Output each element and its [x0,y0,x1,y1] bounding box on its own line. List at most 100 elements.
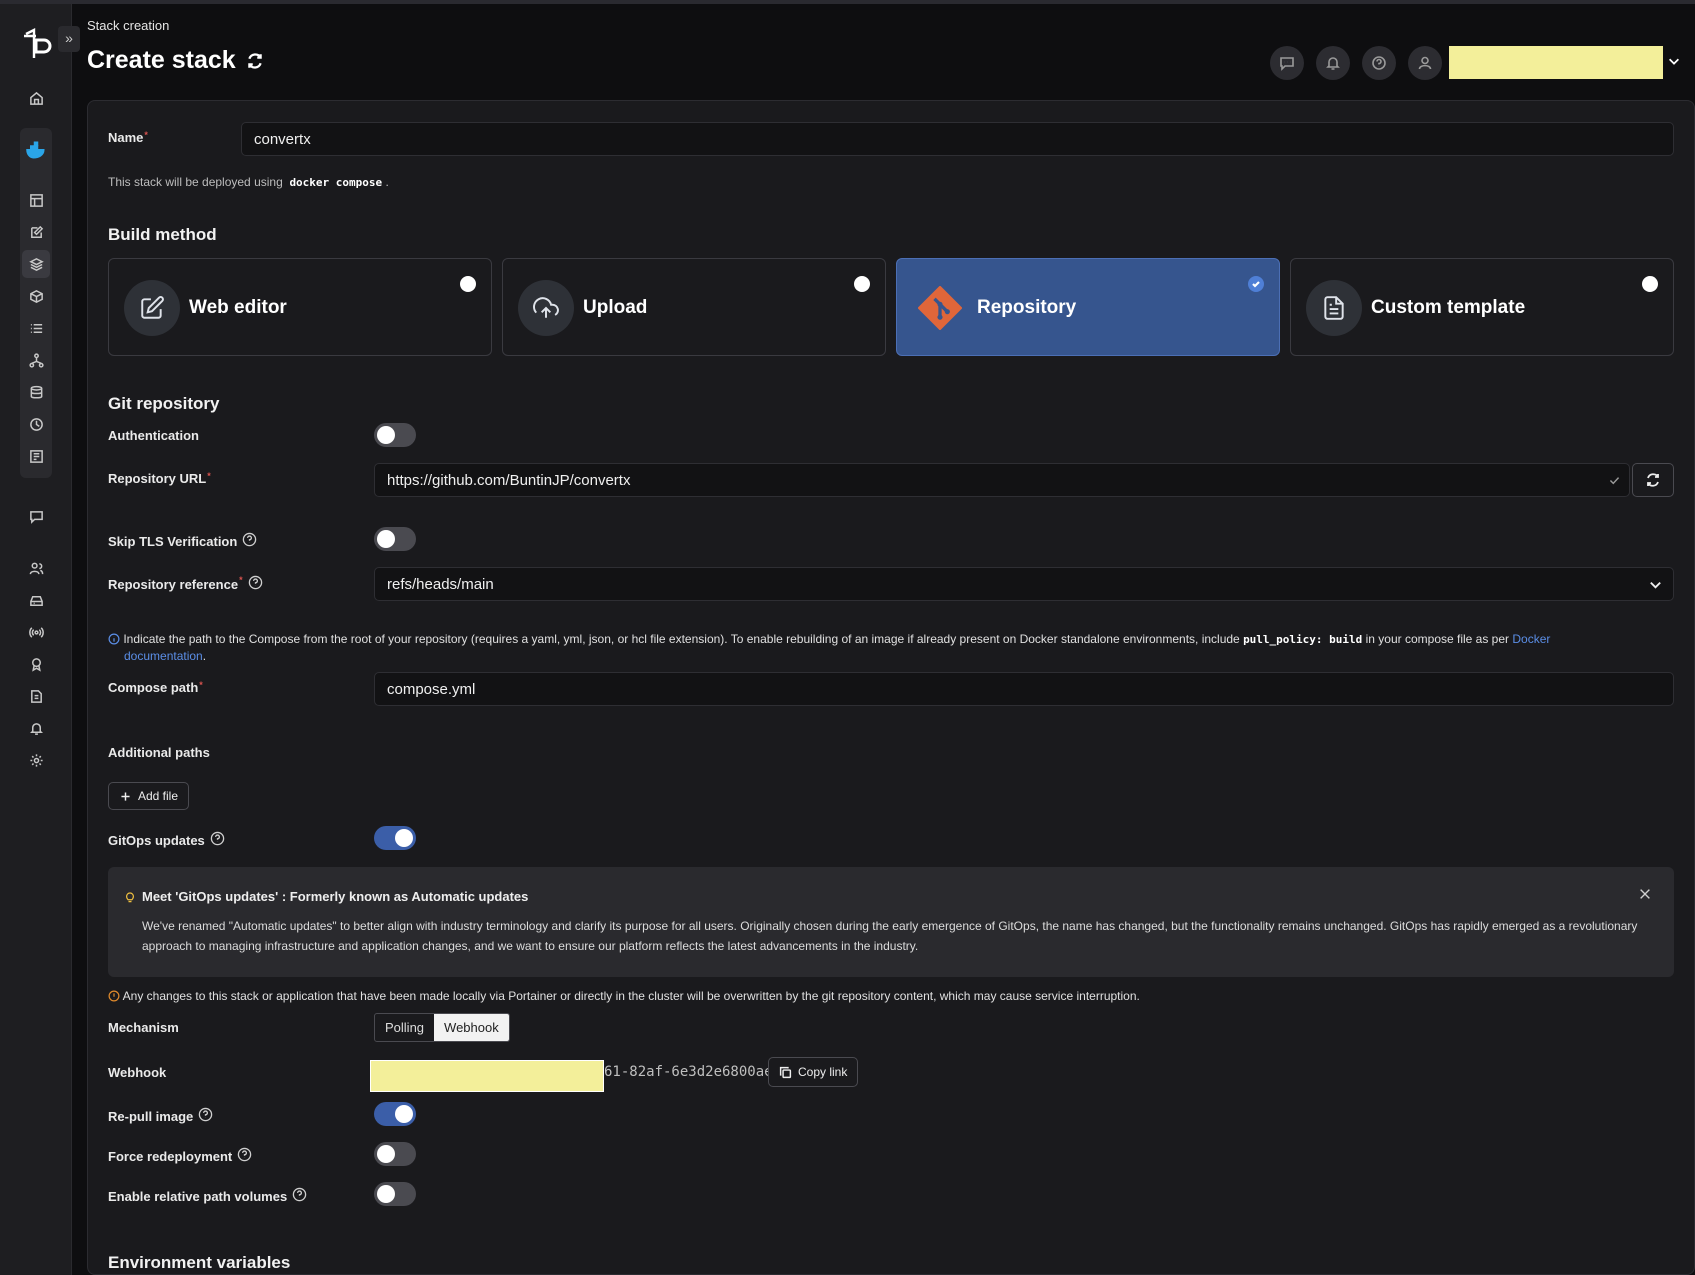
repository-reference-value: refs/heads/main [387,575,494,593]
plus-icon [121,791,130,801]
repository-reference-label: Repository reference * [108,575,263,593]
relative-path-volumes-label: Enable relative path volumes [108,1187,307,1205]
feedback-icon [1280,57,1294,71]
build-option-upload[interactable]: Upload [502,258,886,356]
webhook-label: Webhook [108,1065,167,1080]
repository-url-input[interactable]: https://github.com/BuntinJP/convertx [374,463,1630,497]
repull-image-toggle[interactable] [374,1102,416,1126]
help-circle-icon[interactable] [248,575,263,593]
copy-link-button[interactable]: Copy link [768,1057,859,1087]
radio-unselected[interactable] [1642,276,1658,292]
mechanism-polling[interactable]: Polling [375,1014,434,1041]
mechanism-label: Mechanism [108,1020,179,1035]
chat-icon[interactable] [26,506,46,526]
bell-icon [1326,57,1340,70]
stacks-icon[interactable] [22,250,50,278]
environments-icon[interactable] [26,590,46,610]
users-icon[interactable] [26,558,46,578]
mechanism-switch: Polling Webhook [374,1013,510,1042]
lightbulb-icon [126,892,134,903]
page-title: Create stack [87,46,264,75]
compose-path-input[interactable]: compose.yml [374,672,1674,706]
help-circle-icon [1372,56,1386,70]
images-icon[interactable] [26,318,46,338]
build-option-label: Web editor [189,297,287,318]
networks-icon[interactable] [26,350,46,370]
gitops-rename-alert: Meet 'GitOps updates' : Formerly known a… [108,867,1674,977]
dashboard-icon[interactable] [26,190,46,210]
skip-tls-label: Skip TLS Verification [108,532,257,550]
force-redeployment-label: Force redeployment [108,1147,252,1165]
refresh-icon [1647,473,1659,487]
help-button[interactable] [1362,46,1396,80]
refresh-icon[interactable] [246,52,264,70]
chevron-down-icon [1650,581,1661,589]
relative-path-volumes-toggle[interactable] [374,1182,416,1206]
force-redeployment-toggle[interactable] [374,1142,416,1166]
logs-icon[interactable] [26,686,46,706]
build-option-web-editor[interactable]: Web editor [108,258,492,356]
edge-icon[interactable] [26,622,46,642]
repository-reference-select[interactable]: refs/heads/main [374,567,1674,601]
help-circle-icon[interactable] [292,1187,307,1205]
help-circle-icon[interactable] [242,532,257,550]
compose-path-value: compose.yml [387,680,476,698]
radio-unselected[interactable] [854,276,870,292]
skip-tls-toggle[interactable] [374,527,416,551]
build-option-custom-template[interactable]: Custom template [1290,258,1674,356]
home-icon[interactable] [26,88,46,108]
copy-icon [779,1066,792,1078]
mechanism-webhook[interactable]: Webhook [434,1014,509,1041]
build-option-label: Repository [977,297,1077,318]
chevron-down-icon[interactable] [1667,54,1683,70]
authentication-label: Authentication [108,428,199,443]
volumes-icon[interactable] [26,382,46,402]
radio-selected-check-icon[interactable] [1248,276,1264,292]
username-redacted[interactable] [1449,46,1663,79]
document-icon [1306,280,1362,336]
feedback-button[interactable] [1270,46,1304,80]
settings-icon[interactable] [26,750,46,770]
help-circle-icon[interactable] [210,831,225,849]
edit-icon [124,280,180,336]
check-icon [1609,477,1620,485]
help-circle-icon[interactable] [198,1107,213,1125]
overwrite-warning: Any changes to this stack or application… [108,989,1140,1003]
authentication-toggle[interactable] [374,423,416,447]
docker-icon[interactable] [26,140,46,160]
radio-unselected[interactable] [460,276,476,292]
breadcrumb[interactable]: Stack creation [87,18,169,33]
app-root: » Stack creation Create stack Name * conv… [0,0,1695,1275]
warning-icon [108,990,120,1002]
name-input[interactable]: convertx [241,122,1674,156]
refresh-repository-button[interactable] [1632,463,1674,497]
notifications-icon[interactable] [26,718,46,738]
docker-docs-link-2[interactable]: documentation [124,649,203,663]
containers-icon[interactable] [26,286,46,306]
repull-image-label: Re-pull image [108,1107,213,1125]
add-file-button[interactable]: Add file [108,782,190,810]
name-input-value: convertx [254,130,311,148]
notifications-button[interactable] [1316,46,1350,80]
alert-text: We've renamed "Automatic updates" to bet… [142,919,1638,953]
sidebar-expand-button[interactable]: » [58,26,80,52]
gitops-updates-toggle[interactable] [374,826,416,850]
registries-icon[interactable] [26,654,46,674]
templates-icon[interactable] [26,222,46,242]
alert-title: Meet 'GitOps updates' : Formerly known a… [142,889,529,904]
gitops-updates-label: GitOps updates [108,831,225,849]
page-title-text: Create stack [87,46,236,74]
docker-docs-link[interactable]: Docker [1512,632,1550,646]
host-icon[interactable] [26,446,46,466]
close-icon[interactable] [1638,887,1654,903]
environment-variables-heading: Environment variables [108,1253,291,1272]
additional-paths-label: Additional paths [108,745,210,760]
user-button[interactable] [1408,46,1442,80]
events-icon[interactable] [26,414,46,434]
help-circle-icon[interactable] [237,1147,252,1165]
compose-path-label: Compose path * [108,680,203,695]
build-option-repository[interactable]: Repository [896,258,1280,356]
git-icon [912,280,968,336]
build-option-label: Custom template [1371,297,1526,318]
portainer-logo[interactable] [22,28,52,60]
